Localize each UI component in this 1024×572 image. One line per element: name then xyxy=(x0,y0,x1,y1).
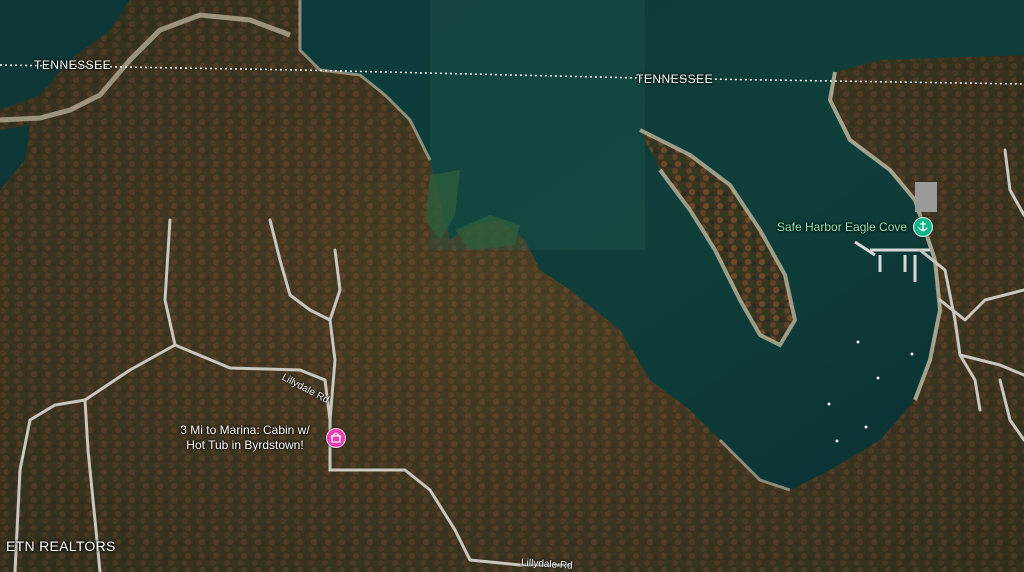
listing-label[interactable]: 3 Mi to Marina: Cabin w/ Hot Tub in Byrd… xyxy=(170,423,320,453)
state-label-tennessee-east: TENNESSEE xyxy=(636,72,714,86)
poi-label[interactable]: Safe Harbor Eagle Cove xyxy=(777,220,907,234)
poi-marker[interactable]: Safe Harbor Eagle Cove xyxy=(777,217,934,237)
listing-marker[interactable]: 3 Mi to Marina: Cabin w/ Hot Tub in Byrd… xyxy=(170,423,346,453)
marina-icon[interactable] xyxy=(913,217,934,237)
attribution-text: ETN REALTORS xyxy=(6,538,116,554)
satellite-imagery xyxy=(0,0,1024,572)
satellite-map[interactable]: TENNESSEE TENNESSEE Safe Harbor Eagle Co… xyxy=(0,0,1024,572)
state-label-tennessee-west: TENNESSEE xyxy=(34,58,112,72)
listing-pin-icon[interactable] xyxy=(326,428,346,448)
